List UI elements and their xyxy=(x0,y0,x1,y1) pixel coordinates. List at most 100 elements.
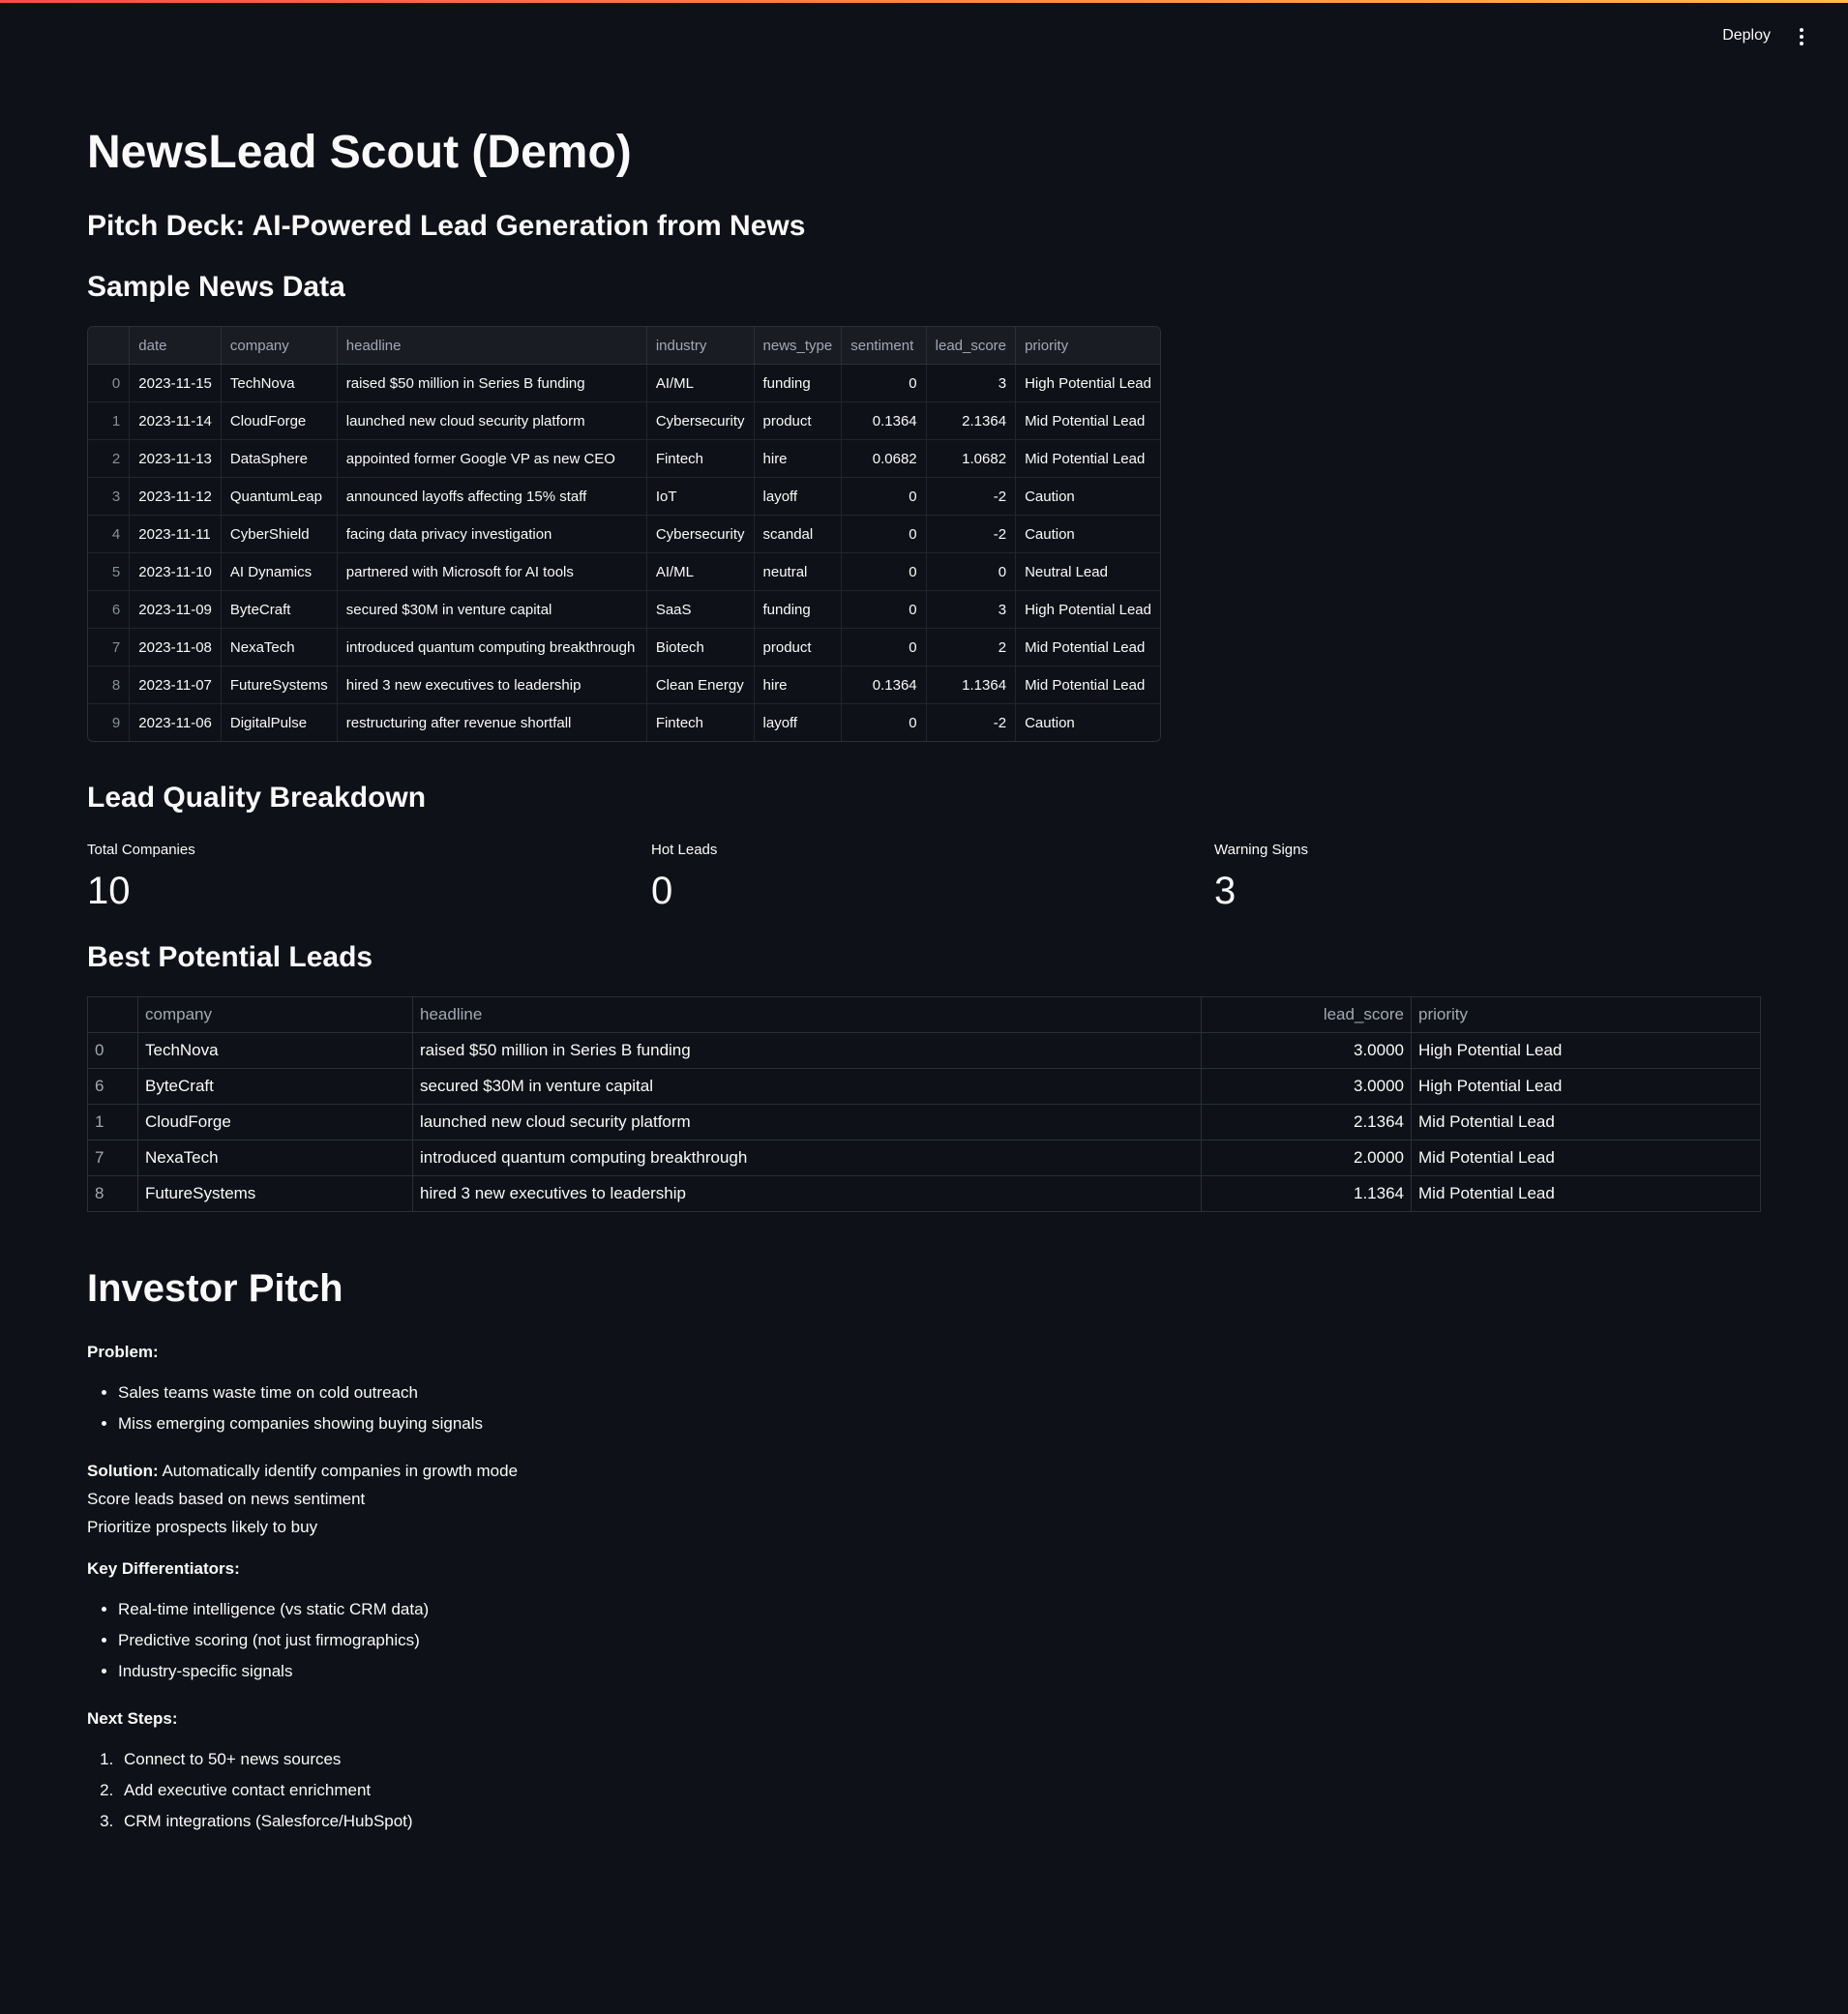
table-cell[interactable]: 2023-11-14 xyxy=(129,401,222,440)
table-cell[interactable]: 2023-11-11 xyxy=(129,515,222,553)
table-cell[interactable]: appointed former Google VP as new CEO xyxy=(337,439,647,478)
column-header[interactable]: headline xyxy=(412,996,1202,1033)
column-header[interactable]: lead_score xyxy=(926,327,1017,365)
table-cell[interactable]: High Potential Lead xyxy=(1015,590,1160,629)
table-cell[interactable]: Cybersecurity xyxy=(646,401,755,440)
table-cell[interactable]: FutureSystems xyxy=(221,666,338,704)
table-cell[interactable]: CyberShield xyxy=(221,515,338,553)
column-header[interactable]: company xyxy=(221,327,338,365)
table-cell[interactable]: CloudForge xyxy=(137,1104,413,1140)
table-cell[interactable]: raised $50 million in Series B funding xyxy=(337,364,647,402)
row-index[interactable]: 8 xyxy=(88,666,131,704)
table-cell[interactable]: 3.0000 xyxy=(1201,1068,1412,1105)
table-cell[interactable]: restructuring after revenue shortfall xyxy=(337,703,647,741)
table-cell[interactable]: AI/ML xyxy=(646,364,755,402)
table-cell[interactable]: Neutral Lead xyxy=(1015,552,1160,591)
table-cell[interactable]: QuantumLeap xyxy=(221,477,338,516)
table-cell[interactable]: secured $30M in venture capital xyxy=(412,1068,1202,1105)
column-header[interactable]: industry xyxy=(646,327,755,365)
table-cell[interactable]: layoff xyxy=(754,477,843,516)
table-cell[interactable]: hire xyxy=(754,666,843,704)
column-header[interactable]: priority xyxy=(1015,327,1160,365)
column-header[interactable]: sentiment xyxy=(841,327,927,365)
table-cell[interactable]: -2 xyxy=(926,477,1017,516)
table-cell[interactable]: 3 xyxy=(926,590,1017,629)
table-cell[interactable]: neutral xyxy=(754,552,843,591)
table-cell[interactable]: Clean Energy xyxy=(646,666,755,704)
row-index[interactable]: 9 xyxy=(88,703,131,741)
column-header[interactable] xyxy=(87,996,138,1033)
news-dataframe[interactable]: date company headline industry news_type sent… xyxy=(87,326,1161,742)
table-cell[interactable]: High Potential Lead xyxy=(1015,364,1160,402)
table-cell[interactable]: DataSphere xyxy=(221,439,338,478)
table-cell[interactable]: launched new cloud security platform xyxy=(337,401,647,440)
table-cell[interactable]: 2.0000 xyxy=(1201,1140,1412,1176)
table-cell[interactable]: scandal xyxy=(754,515,843,553)
table-cell[interactable]: 0 xyxy=(841,364,927,402)
table-cell[interactable]: 2023-11-06 xyxy=(129,703,222,741)
table-cell[interactable]: 1.1364 xyxy=(926,666,1017,704)
table-cell[interactable]: SaaS xyxy=(646,590,755,629)
table-cell[interactable]: Fintech xyxy=(646,439,755,478)
table-cell[interactable]: 2.1364 xyxy=(926,401,1017,440)
table-cell[interactable]: hired 3 new executives to leadership xyxy=(412,1175,1202,1212)
row-index[interactable]: 8 xyxy=(87,1175,138,1212)
table-cell[interactable]: 2.1364 xyxy=(1201,1104,1412,1140)
table-cell[interactable]: raised $50 million in Series B funding xyxy=(412,1032,1202,1069)
table-cell[interactable]: 2023-11-12 xyxy=(129,477,222,516)
table-cell[interactable]: 0.0682 xyxy=(841,439,927,478)
table-cell[interactable]: NexaTech xyxy=(221,628,338,666)
row-index[interactable]: 3 xyxy=(88,477,131,516)
table-cell[interactable]: hire xyxy=(754,439,843,478)
table-cell[interactable]: Mid Potential Lead xyxy=(1015,628,1160,666)
table-cell[interactable]: 2023-11-07 xyxy=(129,666,222,704)
column-header[interactable] xyxy=(88,327,131,365)
table-cell[interactable]: 2023-11-10 xyxy=(129,552,222,591)
table-cell[interactable]: 2023-11-15 xyxy=(129,364,222,402)
table-cell[interactable]: Caution xyxy=(1015,515,1160,553)
table-cell[interactable]: Mid Potential Lead xyxy=(1015,439,1160,478)
table-cell[interactable]: 0 xyxy=(841,703,927,741)
row-index[interactable]: 7 xyxy=(88,628,131,666)
column-header[interactable]: company xyxy=(137,996,413,1033)
table-cell[interactable]: AI Dynamics xyxy=(221,552,338,591)
table-cell[interactable]: TechNova xyxy=(221,364,338,402)
table-cell[interactable]: launched new cloud security platform xyxy=(412,1104,1202,1140)
table-cell[interactable]: 0 xyxy=(841,477,927,516)
column-header[interactable]: news_type xyxy=(754,327,843,365)
column-header[interactable]: priority xyxy=(1411,996,1761,1033)
table-cell[interactable]: introduced quantum computing breakthroug… xyxy=(337,628,647,666)
table-cell[interactable]: product xyxy=(754,628,843,666)
table-cell[interactable]: 0.1364 xyxy=(841,666,927,704)
table-cell[interactable]: Caution xyxy=(1015,477,1160,516)
table-cell[interactable]: -2 xyxy=(926,515,1017,553)
table-cell[interactable]: IoT xyxy=(646,477,755,516)
table-cell[interactable]: 2023-11-08 xyxy=(129,628,222,666)
table-cell[interactable]: AI/ML xyxy=(646,552,755,591)
table-cell[interactable]: Mid Potential Lead xyxy=(1015,666,1160,704)
table-cell[interactable]: 2023-11-09 xyxy=(129,590,222,629)
row-index[interactable]: 4 xyxy=(88,515,131,553)
table-cell[interactable]: 0 xyxy=(841,628,927,666)
table-cell[interactable]: funding xyxy=(754,590,843,629)
table-cell[interactable]: 0 xyxy=(841,590,927,629)
table-cell[interactable]: -2 xyxy=(926,703,1017,741)
table-cell[interactable]: Cybersecurity xyxy=(646,515,755,553)
table-cell[interactable]: ByteCraft xyxy=(137,1068,413,1105)
table-cell[interactable]: ByteCraft xyxy=(221,590,338,629)
table-cell[interactable]: DigitalPulse xyxy=(221,703,338,741)
table-cell[interactable]: Biotech xyxy=(646,628,755,666)
table-cell[interactable]: Fintech xyxy=(646,703,755,741)
row-index[interactable]: 1 xyxy=(88,401,131,440)
row-index[interactable]: 1 xyxy=(87,1104,138,1140)
row-index[interactable]: 0 xyxy=(87,1032,138,1069)
table-cell[interactable]: hired 3 new executives to leadership xyxy=(337,666,647,704)
row-index[interactable]: 2 xyxy=(88,439,131,478)
vertical-ellipsis-icon[interactable] xyxy=(1792,25,1811,48)
column-header[interactable]: lead_score xyxy=(1201,996,1412,1033)
table-cell[interactable]: secured $30M in venture capital xyxy=(337,590,647,629)
column-header[interactable]: headline xyxy=(337,327,647,365)
deploy-button[interactable]: Deploy xyxy=(1722,27,1771,44)
table-cell[interactable]: 0 xyxy=(841,515,927,553)
table-cell[interactable]: Mid Potential Lead xyxy=(1411,1104,1761,1140)
